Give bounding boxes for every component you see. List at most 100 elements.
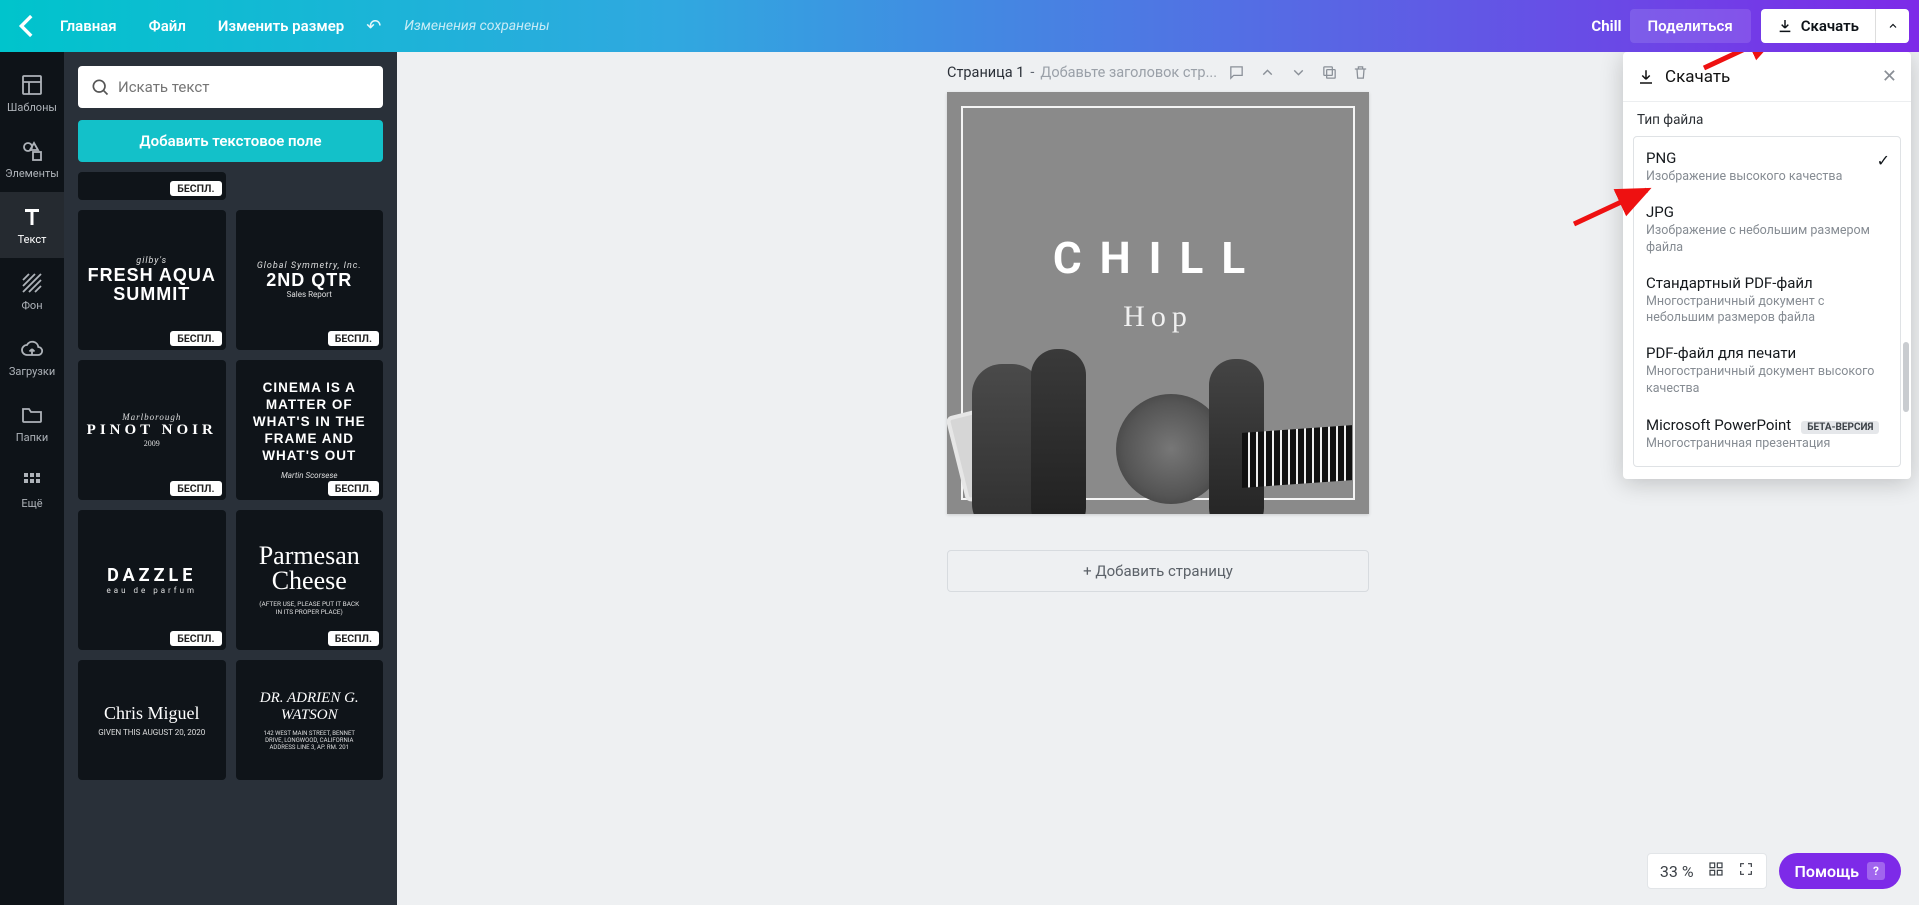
bottom-toolbar: 33 % Помощь ?	[1647, 853, 1901, 889]
search-input[interactable]	[78, 66, 383, 108]
artboard-title[interactable]: CHILL	[947, 232, 1369, 284]
free-badge: БЕСПЛ.	[170, 481, 221, 496]
template-line: Chris Miguel	[104, 703, 200, 724]
download-button-group: Скачать	[1761, 9, 1909, 43]
text-template[interactable]: Global Symmetry, Inc. 2ND QTR Sales Repo…	[236, 210, 384, 350]
template-line: 2009	[144, 439, 160, 448]
filetype-option-jpg[interactable]: JPG Изображение с небольшим размером фай…	[1634, 195, 1900, 266]
text-template[interactable]: БЕСПЛ.	[78, 172, 226, 200]
text-template[interactable]: Parmesan Cheese (AFTER USE, PLEASE PUT I…	[236, 510, 384, 650]
artboard[interactable]: CHILL Hop	[947, 92, 1369, 514]
template-line: Parmesan Cheese	[259, 544, 360, 593]
rail-more[interactable]: Ещё	[0, 456, 64, 522]
canvas-area: Страница 1 - Добавьте заголовок стр... C…	[397, 52, 1919, 905]
duplicate-page-icon[interactable]	[1321, 64, 1338, 81]
template-line: Marlborough	[122, 412, 181, 422]
template-list[interactable]: БЕСПЛ. gilby's FRESH AQUA SUMMIT БЕСПЛ. …	[78, 172, 383, 905]
notes-icon[interactable]	[1228, 64, 1245, 81]
filetype-desc: Изображение с небольшим размером файла	[1646, 223, 1888, 256]
page-up-icon[interactable]	[1259, 64, 1276, 81]
free-badge: БЕСПЛ.	[328, 481, 379, 496]
rail-uploads-label: Загрузки	[9, 365, 55, 378]
template-line: gilby's	[136, 256, 167, 266]
filetype-desc: Многостраничная презентация	[1646, 436, 1888, 452]
template-line: Martin Scorsese	[281, 471, 337, 480]
template-line: Sales Report	[287, 290, 332, 299]
filetype-label: Тип файла	[1623, 102, 1911, 132]
text-template[interactable]: CINEMA IS A MATTER OF WHAT'S IN THE FRAM…	[236, 360, 384, 500]
free-badge: БЕСПЛ.	[170, 331, 221, 346]
text-template[interactable]: Marlborough PINOT NOIR 2009 БЕСПЛ.	[78, 360, 226, 500]
template-line: GIVEN THIS AUGUST 20, 2020	[98, 728, 205, 737]
menu-file[interactable]: Файл	[133, 17, 202, 35]
rail-elements[interactable]: Элементы	[0, 126, 64, 192]
filetype-option-pptx[interactable]: Microsoft PowerPoint БЕТА-ВЕРСИЯ Многост…	[1634, 407, 1900, 462]
rail-elements-label: Элементы	[5, 167, 59, 180]
menu-home[interactable]: Главная	[44, 17, 133, 35]
help-label: Помощь	[1795, 862, 1859, 881]
page-header: Страница 1 - Добавьте заголовок стр...	[947, 64, 1369, 81]
template-line: Global Symmetry, Inc.	[257, 261, 362, 271]
filetype-option-pdf-print[interactable]: PDF-файл для печати Многостраничный доку…	[1634, 336, 1900, 407]
filetype-desc: Изображение высокого качества	[1646, 169, 1888, 185]
filetype-name: JPG	[1646, 203, 1888, 221]
rail-templates[interactable]: Шаблоны	[0, 60, 64, 126]
annotation-arrow	[1569, 182, 1659, 236]
template-line: eau de parfum	[106, 586, 197, 595]
text-template[interactable]: gilby's FRESH AQUA SUMMIT БЕСПЛ.	[78, 210, 226, 350]
zoom-value[interactable]: 33 %	[1660, 862, 1694, 881]
rail-uploads[interactable]: Загрузки	[0, 324, 64, 390]
page-down-icon[interactable]	[1290, 64, 1307, 81]
add-page-button[interactable]: + Добавить страницу	[947, 550, 1369, 592]
filetype-desc: Многостраничный документ высокого качест…	[1646, 364, 1888, 397]
download-button[interactable]: Скачать	[1761, 9, 1875, 43]
close-icon[interactable]: ✕	[1882, 66, 1897, 87]
side-rail: Шаблоны Элементы Текст Фон Загрузки Папк…	[0, 52, 64, 905]
filetype-option-pdf-standard[interactable]: Стандартный PDF-файл Многостраничный док…	[1634, 266, 1900, 337]
menu-resize[interactable]: Изменить размер	[202, 17, 360, 35]
delete-page-icon[interactable]	[1352, 64, 1369, 81]
grid-view-icon[interactable]	[1708, 861, 1724, 881]
download-caret[interactable]	[1875, 9, 1909, 43]
template-line: DR. ADRIEN G. WATSON	[260, 690, 359, 724]
text-template[interactable]: Chris Miguel GIVEN THIS AUGUST 20, 2020	[78, 660, 226, 780]
free-badge: БЕСПЛ.	[328, 631, 379, 646]
rail-background[interactable]: Фон	[0, 258, 64, 324]
page-number: Страница 1	[947, 64, 1024, 81]
rail-background-label: Фон	[21, 299, 42, 312]
text-template[interactable]: DAZZLE eau de parfum БЕСПЛ.	[78, 510, 226, 650]
template-line: 142 WEST MAIN STREET, BENNET DRIVE, LONG…	[263, 730, 355, 751]
help-button[interactable]: Помощь ?	[1779, 853, 1901, 889]
template-line: DAZZLE	[107, 565, 196, 586]
rail-folders[interactable]: Папки	[0, 390, 64, 456]
rail-text[interactable]: Текст	[0, 192, 64, 258]
top-bar: Главная Файл Изменить размер ↶ Изменения…	[0, 0, 1919, 52]
check-icon: ✓	[1877, 151, 1890, 170]
annotation-arrow	[1699, 52, 1789, 80]
template-line: 2ND QTR	[266, 271, 352, 290]
template-line: (AFTER USE, PLEASE PUT IT BACK IN ITS PR…	[259, 600, 359, 616]
rail-folders-label: Папки	[16, 431, 48, 444]
filetype-name: Microsoft PowerPoint	[1646, 416, 1791, 434]
add-text-button[interactable]: Добавить текстовое поле	[78, 120, 383, 162]
template-line: CINEMA IS A MATTER OF WHAT'S IN THE FRAM…	[242, 380, 378, 464]
rail-templates-label: Шаблоны	[7, 101, 57, 114]
undo-button[interactable]: ↶	[366, 16, 394, 37]
zoom-control: 33 %	[1647, 853, 1767, 889]
saved-status: Изменения сохранены	[404, 18, 549, 34]
back-button[interactable]	[10, 9, 44, 43]
filetype-select: PNG Изображение высокого качества ✓ JPG …	[1633, 136, 1901, 467]
share-button[interactable]: Поделиться	[1630, 9, 1751, 43]
artboard-image	[947, 339, 1369, 514]
artboard-subtitle[interactable]: Hop	[947, 300, 1369, 334]
fullscreen-icon[interactable]	[1738, 861, 1754, 881]
page-title-placeholder[interactable]: Добавьте заголовок стр...	[1040, 64, 1217, 81]
project-name[interactable]: Chill	[1591, 17, 1621, 35]
text-panel: Добавить текстовое поле БЕСПЛ. gilby's F…	[64, 52, 397, 905]
filetype-option-png[interactable]: PNG Изображение высокого качества ✓	[1634, 141, 1900, 195]
popover-scrollbar[interactable]	[1903, 112, 1909, 471]
text-template[interactable]: DR. ADRIEN G. WATSON 142 WEST MAIN STREE…	[236, 660, 384, 780]
beta-badge: БЕТА-ВЕРСИЯ	[1801, 421, 1879, 434]
template-line: FRESH AQUA SUMMIT	[88, 266, 216, 304]
help-icon: ?	[1867, 862, 1885, 880]
